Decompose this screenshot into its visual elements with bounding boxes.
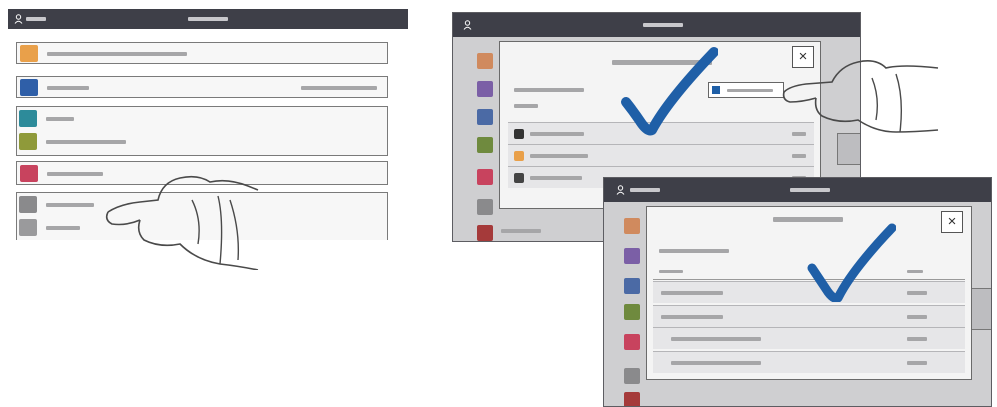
sidebar-tile[interactable] [624,248,640,264]
dialog-label-text [659,249,729,253]
app-tile-icon [19,110,37,127]
app-row-3[interactable] [16,108,388,130]
app-label [46,140,126,144]
app-label [46,226,80,230]
screen-title-text [790,188,830,192]
app-tile-icon [19,219,37,236]
list-row[interactable] [508,144,814,166]
list-item-icon [514,151,524,161]
bottom-bar-text [501,229,541,233]
list-item-icon [514,173,524,183]
sidebar-tile[interactable] [624,218,640,234]
list-item-text [530,176,582,180]
user-name-text [630,188,660,192]
right-edge-tab[interactable] [837,133,860,165]
sidebar-tile[interactable] [624,278,640,294]
table-row[interactable] [653,305,965,327]
sidebar-tile[interactable] [477,169,493,185]
sidebar-tile[interactable] [624,392,640,406]
app-tile-icon [20,45,38,62]
checkmark-icon [807,223,896,302]
list-item-icon [514,129,524,139]
sidebar-tile[interactable] [477,53,493,69]
list-item-text [530,132,584,136]
app-tile-icon [20,79,38,96]
sidebar-tile[interactable] [477,109,493,125]
sidebar-tile[interactable] [477,81,493,97]
right-top-bar [604,178,991,202]
app-row-2[interactable] [16,76,388,98]
close-button[interactable]: × [941,211,963,233]
screen-title-text [643,23,683,27]
row-value [907,315,927,319]
app-label [46,117,74,121]
pointing-hand-illustration [782,60,939,133]
sidebar-tile[interactable] [477,199,493,215]
row-text [671,361,761,365]
middle-top-bar [453,13,860,37]
person-icon[interactable] [463,20,472,30]
app-row-4[interactable] [16,131,388,153]
person-icon[interactable] [616,185,625,195]
screen-title-text [188,17,228,21]
user-name-text [26,17,46,21]
sidebar-tile[interactable] [624,304,640,320]
list-item-value [792,154,806,158]
app-tile-icon [19,133,37,150]
row-text [661,291,723,295]
sidebar-tile[interactable] [477,225,493,241]
dialog-label-text [514,88,584,92]
table-row[interactable] [653,327,965,349]
app-label [47,86,89,90]
app-tile-icon [20,165,38,182]
app-label [47,172,103,176]
row-value [907,337,927,341]
row-value [907,291,927,295]
list-item-text [530,154,588,158]
sidebar-tile[interactable] [624,334,640,350]
close-icon: × [947,213,957,230]
column-header [907,270,923,273]
app-label [47,52,187,56]
checkmark-icon [621,47,718,136]
app-row-1[interactable] [16,42,388,64]
app-value [301,86,377,90]
dialog-checkbox-row[interactable] [708,82,784,98]
right-screen: × [603,177,992,407]
person-icon[interactable] [14,14,23,24]
sidebar-tile[interactable] [477,137,493,153]
row-value [907,361,927,365]
table-row[interactable] [653,351,965,373]
left-top-bar [8,9,408,29]
app-label [46,203,94,207]
checkbox-label [727,89,773,92]
row-text [671,337,761,341]
pointing-hand-illustration [105,175,259,270]
row-text [661,315,723,319]
dialog-label-text [514,104,538,108]
app-tile-icon [19,196,37,213]
column-header [659,270,683,273]
sidebar-tile[interactable] [624,368,640,384]
